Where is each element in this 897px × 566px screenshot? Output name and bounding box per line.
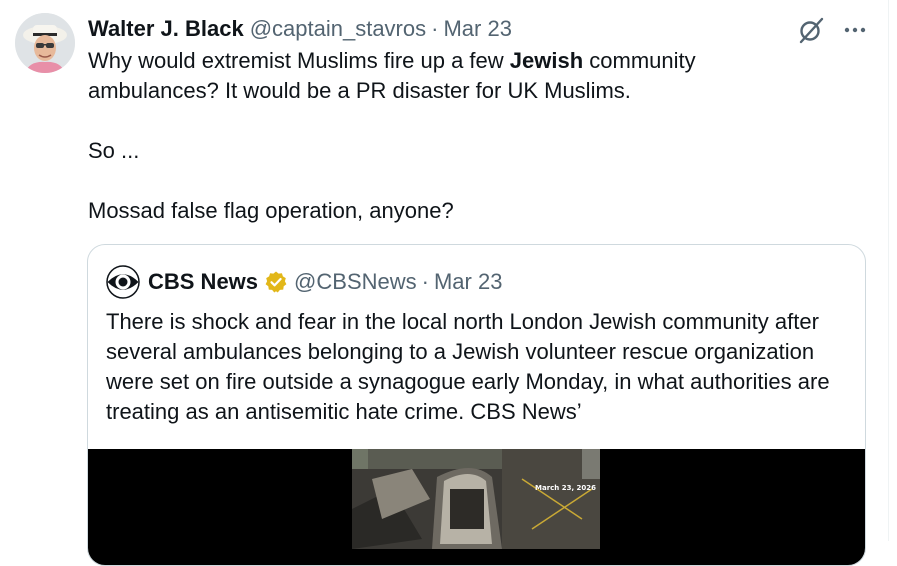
tweet-text-line: ambulances? It would be a PR disaster fo…: [88, 78, 631, 103]
quote-media[interactable]: March 23, 2026: [88, 449, 865, 565]
quote-date[interactable]: Mar 23: [434, 269, 502, 295]
more-button[interactable]: [839, 14, 871, 46]
quote-text: There is shock and fear in the local nor…: [106, 309, 830, 424]
header-separator: ·: [431, 16, 439, 41]
text-segment: Why would extremist Muslims fire up a fe…: [88, 48, 510, 73]
quote-handle[interactable]: @CBSNews: [294, 269, 417, 295]
quoted-tweet-card[interactable]: CBS News @CBSNews · Mar 23 There is shoc…: [87, 244, 866, 566]
tweet-date[interactable]: Mar 23: [443, 16, 511, 42]
author-handle[interactable]: @captain_stavros: [250, 16, 426, 42]
quote-header: CBS News @CBSNews · Mar 23: [106, 265, 502, 299]
text-segment: community: [583, 48, 696, 73]
tweet-text-line: Why would extremist Muslims fire up a fe…: [88, 46, 848, 76]
timeline-border: [888, 0, 889, 541]
quote-author-name[interactable]: CBS News: [148, 269, 258, 295]
burned-ambulance-photo: [352, 449, 600, 549]
media-date-stamp: March 23, 2026: [535, 484, 597, 492]
tweet-header: Walter J. Black @captain_stavros · Mar 2…: [88, 14, 512, 44]
tweet-actions: [795, 14, 871, 46]
bold-text: Jewish: [509, 48, 584, 73]
grok-button[interactable]: [795, 14, 827, 46]
avatar-image: [15, 13, 75, 73]
verified-badge-icon[interactable]: [264, 270, 288, 294]
tweet-text-line: So ...: [88, 138, 140, 163]
author-name[interactable]: Walter J. Black: [88, 16, 244, 42]
tweet-text-line: Mossad false flag operation, anyone?: [88, 198, 454, 223]
tweet-text: Why would extremist Muslims fire up a fe…: [88, 46, 848, 226]
more-horizontal-icon: [844, 27, 866, 33]
avatar[interactable]: [15, 13, 75, 73]
grok-slash-circle-icon: [799, 17, 824, 44]
quote-separator: ·: [421, 269, 429, 294]
cbs-logo-icon[interactable]: [106, 265, 140, 299]
